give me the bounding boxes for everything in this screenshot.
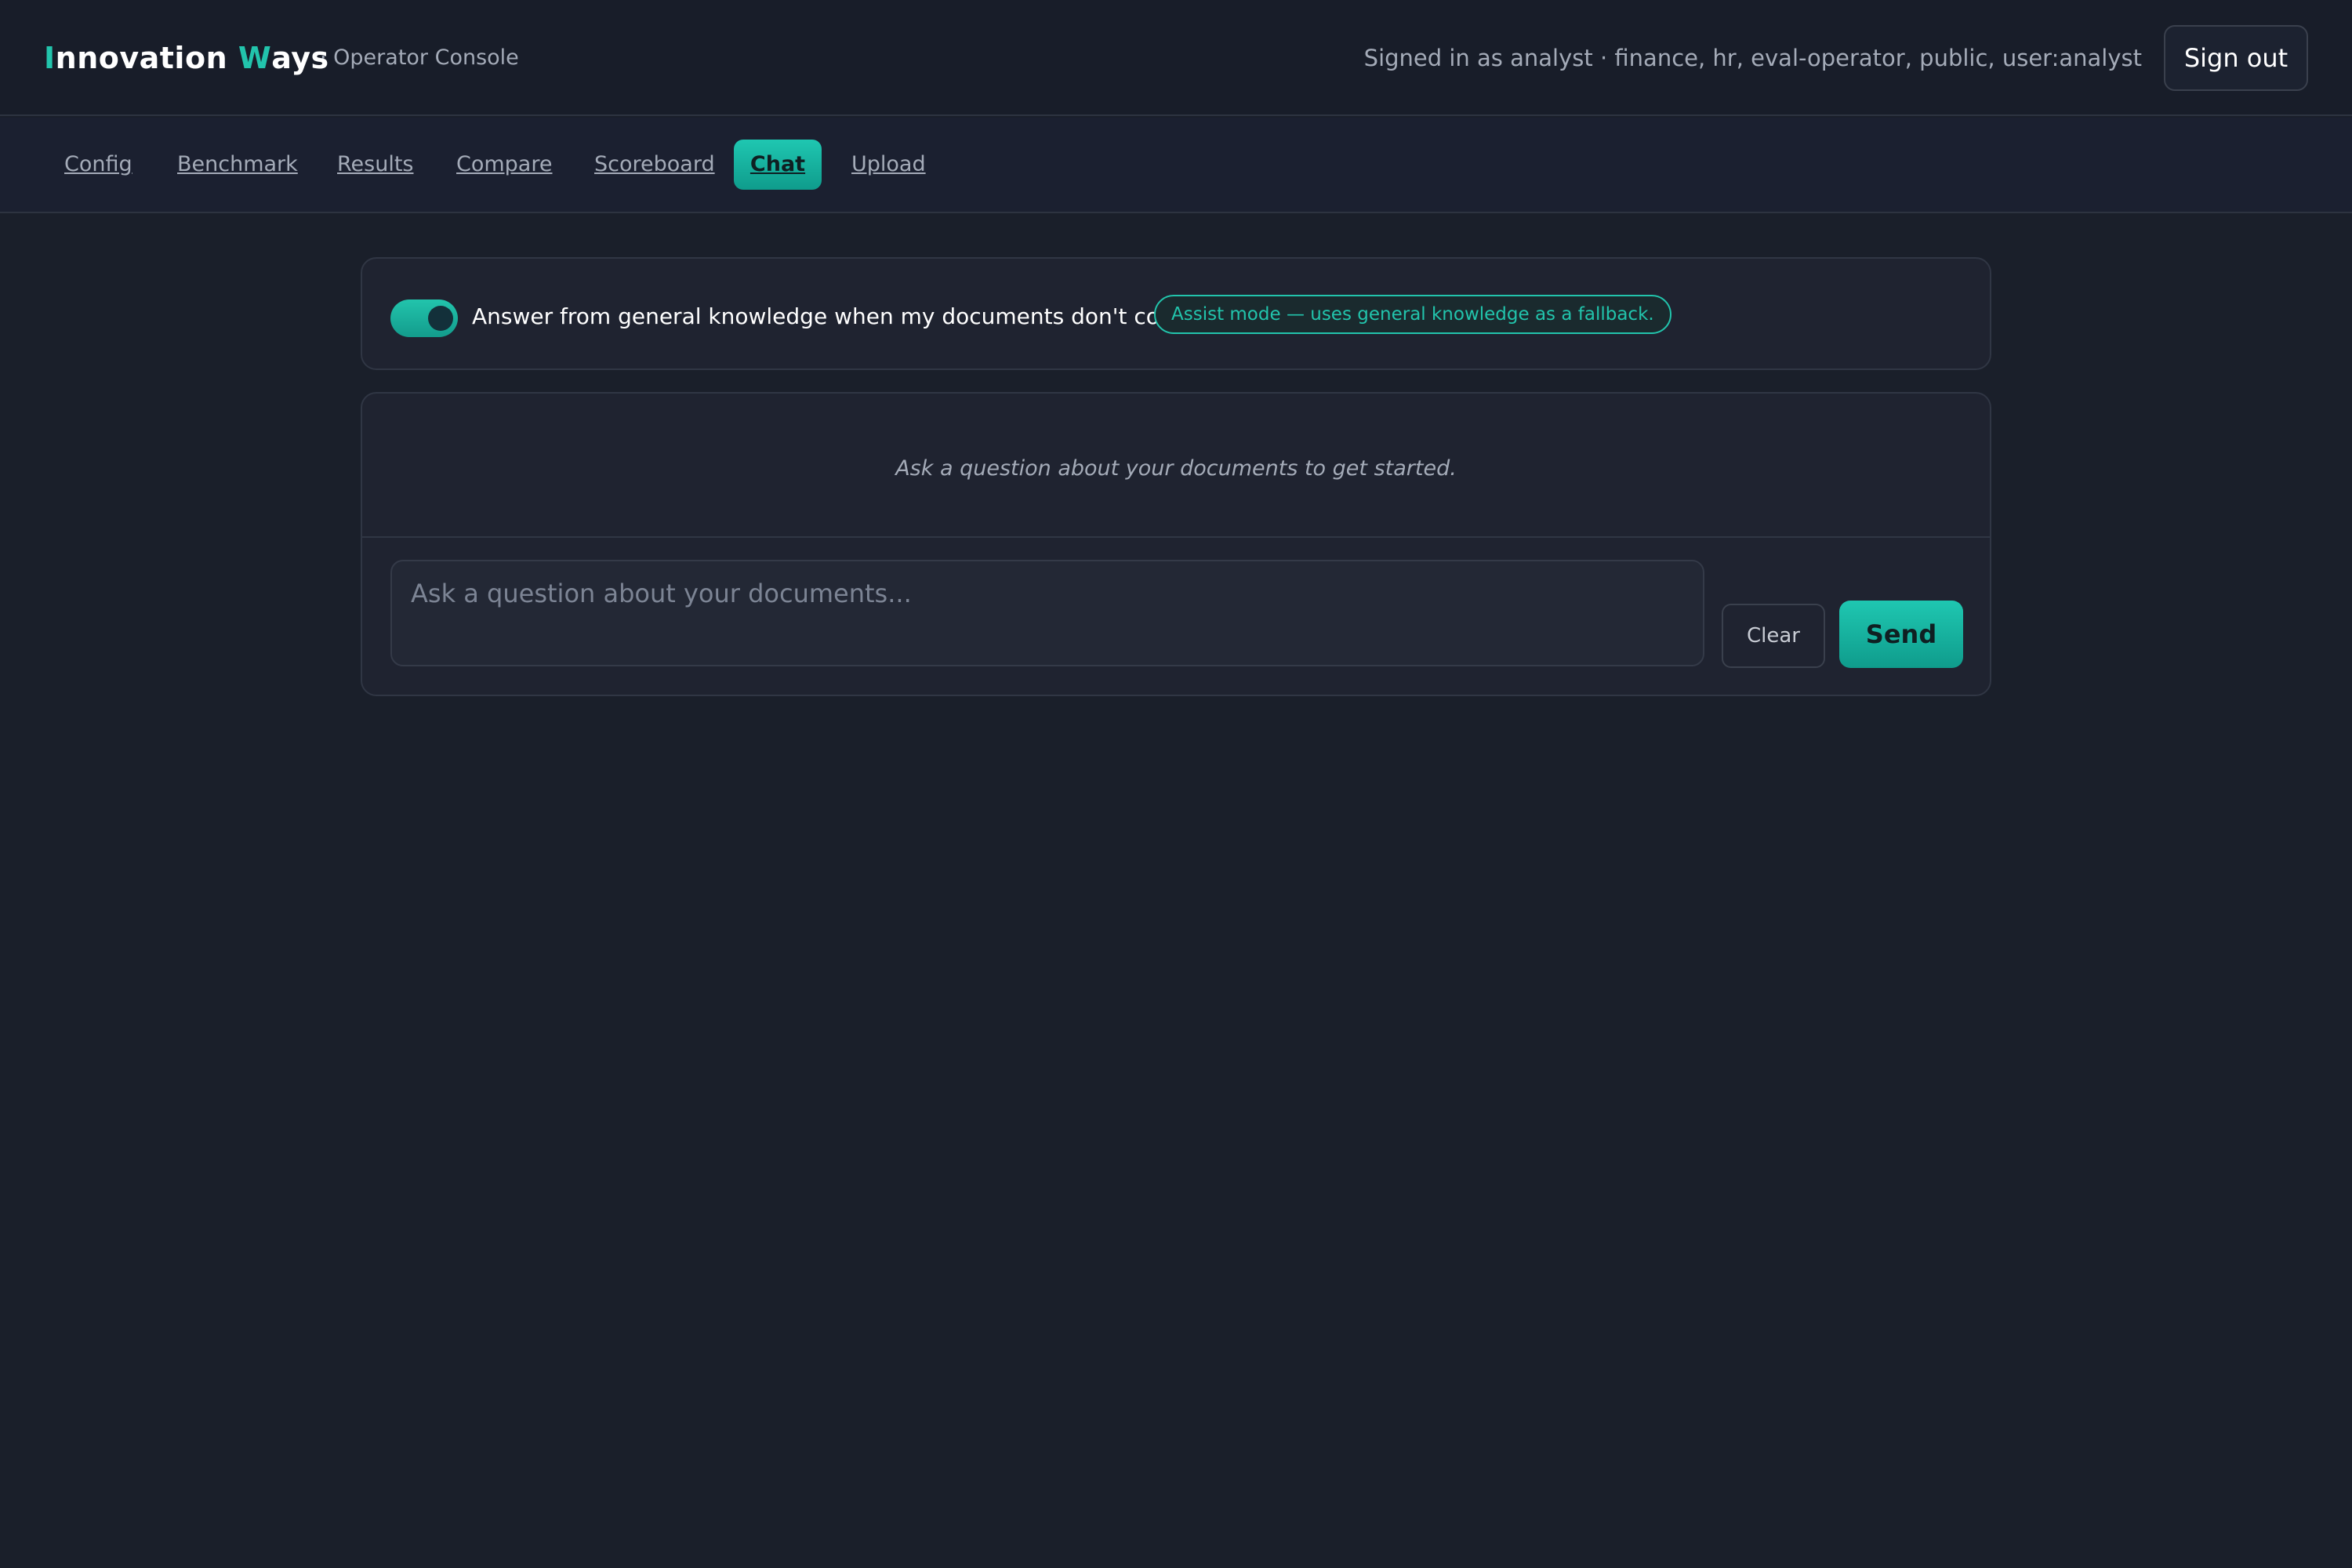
main-nav: Config Benchmark Results Compare Scorebo…: [0, 118, 2352, 213]
chat-divider: [362, 536, 1990, 538]
tab-compare[interactable]: Compare: [456, 140, 552, 190]
tab-upload[interactable]: Upload: [851, 140, 926, 190]
brand-text-part1: nnovation: [55, 41, 238, 75]
assist-mode-badge: Assist mode — uses general knowledge as …: [1154, 295, 1671, 334]
brand-logo: Innovation Ways: [44, 34, 329, 82]
chat-panel: Ask a question about your documents to g…: [361, 392, 1991, 696]
tab-results[interactable]: Results: [337, 140, 414, 190]
top-bar: Innovation Ways · Operator Console Signe…: [0, 0, 2352, 116]
general-knowledge-toggle[interactable]: [390, 299, 458, 337]
general-knowledge-toggle-label: Answer from general knowledge when my do…: [472, 303, 1224, 329]
tab-benchmark[interactable]: Benchmark: [177, 140, 298, 190]
app-subtitle: · Operator Console: [320, 45, 519, 70]
tab-config[interactable]: Config: [64, 140, 132, 190]
brand-initial-i: I: [44, 41, 56, 75]
tab-scoreboard[interactable]: Scoreboard: [594, 140, 715, 190]
chat-empty-hint: Ask a question about your documents to g…: [895, 456, 1457, 481]
sign-out-button[interactable]: Sign out: [2164, 25, 2308, 91]
chat-question-input[interactable]: [390, 560, 1704, 666]
signed-in-status: Signed in as analyst · finance, hr, eval…: [1363, 45, 2142, 71]
toggle-knob: [428, 306, 453, 331]
send-button[interactable]: Send: [1839, 601, 1963, 668]
assist-mode-panel: Answer from general knowledge when my do…: [361, 257, 1991, 370]
tab-chat[interactable]: Chat: [734, 140, 822, 190]
clear-button[interactable]: Clear: [1722, 604, 1825, 668]
brand-initial-w: W: [238, 41, 272, 75]
